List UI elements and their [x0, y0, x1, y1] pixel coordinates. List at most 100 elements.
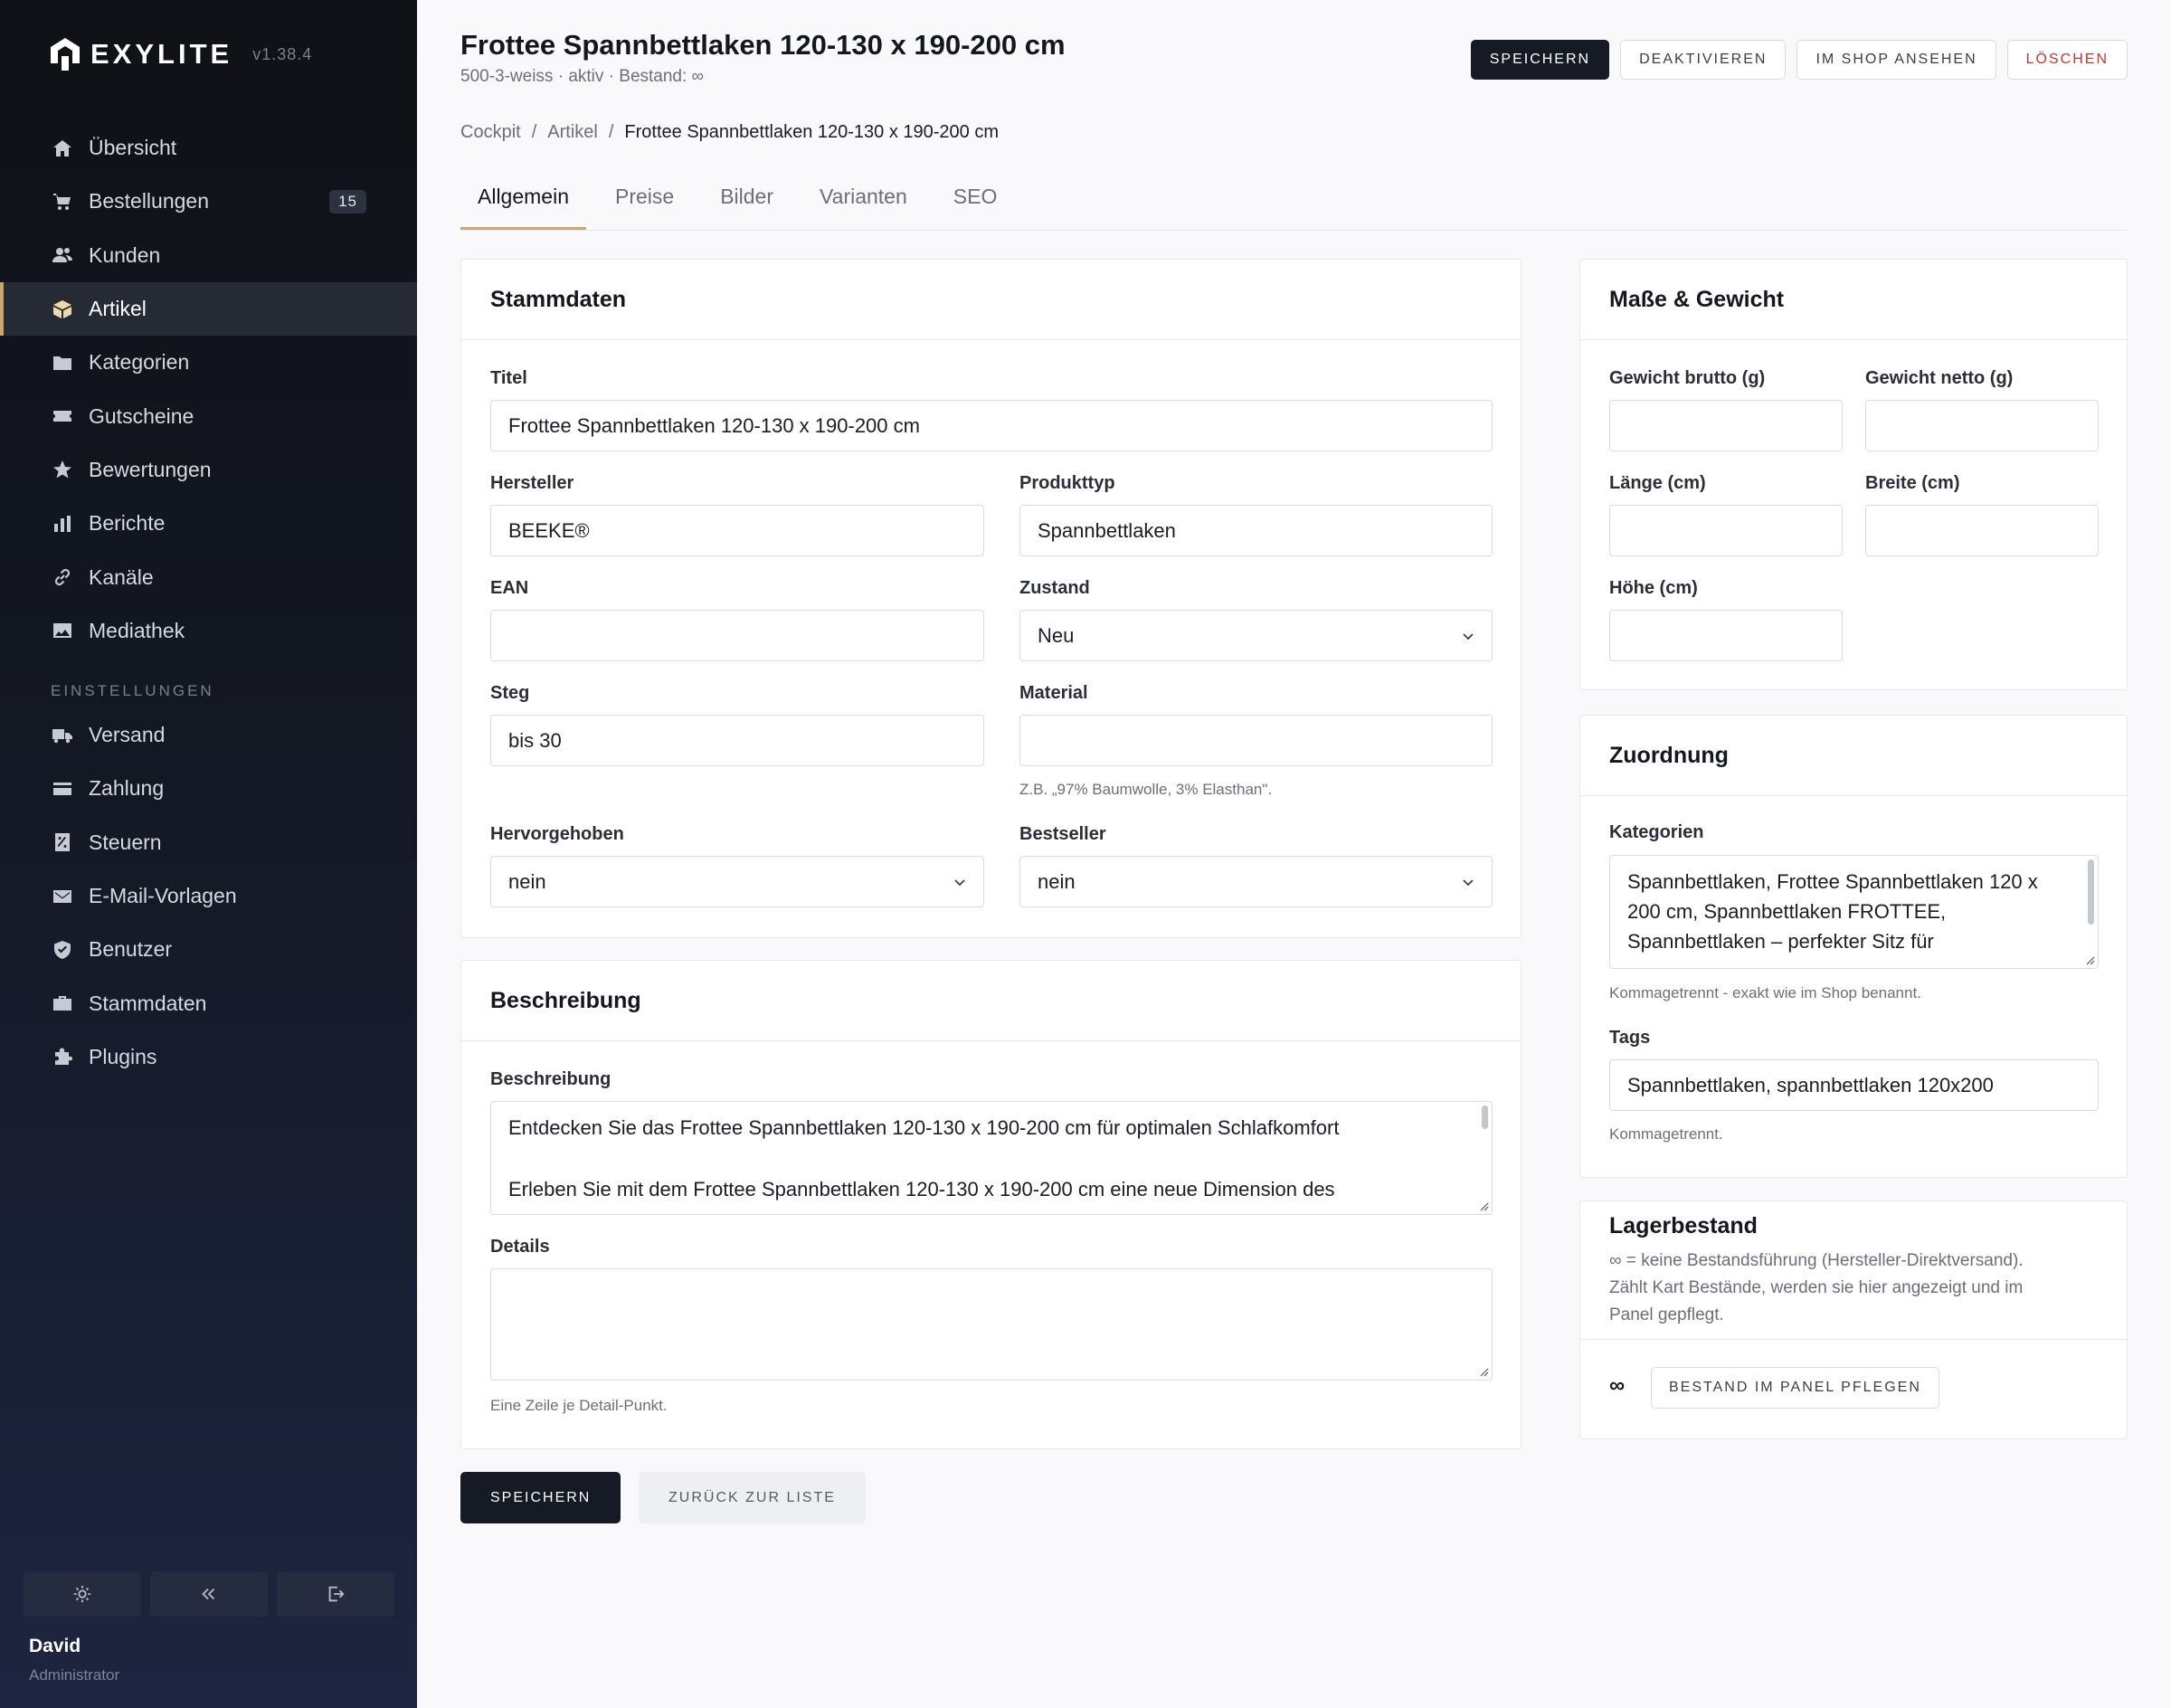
deactivate-button[interactable]: DEAKTIVIEREN	[1620, 40, 1787, 80]
nav-item-berichte[interactable]: Berichte	[0, 497, 417, 550]
delete-button[interactable]: LÖSCHEN	[2006, 40, 2128, 80]
laenge-input[interactable]	[1609, 505, 1843, 556]
beschreibung-card: Beschreibung Beschreibung Entdecken Sie …	[460, 960, 1522, 1449]
nav-item-kategorien[interactable]: Kategorien	[0, 336, 417, 389]
hoehe-input[interactable]	[1609, 610, 1843, 661]
titel-label: Titel	[490, 368, 527, 388]
gewicht-brutto-input[interactable]	[1609, 400, 1843, 451]
theme-toggle-button[interactable]	[24, 1571, 141, 1617]
material-hint: Z.B. „97% Baumwolle, 3% Elasthan".	[1019, 781, 1273, 798]
lagerbestand-heading: Lagerbestand	[1609, 1213, 1758, 1238]
credit-card-icon	[51, 777, 74, 801]
bestseller-select[interactable]: nein	[1019, 856, 1493, 907]
zustand-select[interactable]: Neu	[1019, 610, 1493, 661]
masse-heading: Maße & Gewicht	[1580, 260, 2127, 340]
nav-item-benutzer[interactable]: Benutzer	[0, 923, 417, 976]
view-in-shop-button[interactable]: IM SHOP ANSEHEN	[1797, 40, 1996, 80]
details-textarea[interactable]	[490, 1268, 1493, 1381]
breadcrumb-separator: /	[531, 122, 537, 142]
briefcase-icon	[51, 992, 74, 1015]
chevron-down-icon	[1463, 879, 1474, 887]
nav-item-uebersicht[interactable]: Übersicht	[0, 121, 417, 175]
save-button[interactable]: SPEICHERN	[1470, 40, 1610, 80]
nav-item-steuern[interactable]: Steuern	[0, 816, 417, 869]
resize-grip-icon[interactable]	[1478, 1366, 1489, 1377]
orders-count-badge: 15	[329, 189, 366, 214]
material-label: Material	[1019, 683, 1088, 703]
back-to-list-button[interactable]: ZURÜCK ZUR LISTE	[639, 1472, 866, 1523]
footer-save-button[interactable]: SPEICHERN	[460, 1472, 621, 1523]
nav-item-artikel[interactable]: Artikel	[0, 281, 417, 337]
nav-label: Mediathek	[89, 618, 185, 642]
tab-allgemein[interactable]: Allgemein	[460, 172, 586, 230]
hervorgehoben-label: Hervorgehoben	[490, 824, 624, 844]
nav-label: Versand	[89, 723, 166, 747]
hersteller-input[interactable]: BEEKE®	[490, 505, 984, 556]
details-label: Details	[490, 1237, 550, 1257]
breadcrumb-artikel[interactable]: Artikel	[547, 122, 598, 143]
nav-item-email-vorlagen[interactable]: E-Mail-Vorlagen	[0, 869, 417, 923]
zuordnung-card: Zuordnung Kategorien Spannbettlaken, Fro…	[1579, 715, 2128, 1178]
beschreibung-line-2: Erleben Sie mit dem Frottee Spannbettlak…	[508, 1178, 1335, 1200]
cart-icon	[51, 190, 74, 214]
logout-button[interactable]	[277, 1571, 394, 1617]
nav-item-zahlung[interactable]: Zahlung	[0, 762, 417, 815]
tags-input[interactable]: Spannbettlaken, spannbettlaken 120x200	[1609, 1059, 2099, 1111]
breite-input[interactable]	[1865, 505, 2099, 556]
box-icon	[51, 298, 74, 321]
chevrons-left-icon	[202, 1588, 215, 1600]
user-name[interactable]: David	[29, 1636, 81, 1657]
brand[interactable]: EXYLITE v1.38.4	[49, 36, 312, 72]
steg-input[interactable]: bis 30	[490, 715, 984, 766]
produkttyp-input[interactable]: Spannbettlaken	[1019, 505, 1493, 556]
users-icon	[51, 243, 74, 267]
scrollbar[interactable]	[2088, 859, 2094, 925]
kategorien-hint: Kommagetrennt - exakt wie im Shop benann…	[1609, 984, 1921, 1001]
nav-item-mediathek[interactable]: Mediathek	[0, 604, 417, 658]
breadcrumb: Cockpit / Artikel / Frottee Spannbettlak…	[460, 122, 999, 143]
breadcrumb-cockpit[interactable]: Cockpit	[460, 122, 521, 143]
tab-seo[interactable]: SEO	[936, 172, 1015, 230]
nav-label: Stammdaten	[89, 991, 207, 1015]
collapse-sidebar-button[interactable]	[150, 1571, 268, 1617]
tab-varianten[interactable]: Varianten	[802, 172, 924, 230]
nav-label: Benutzer	[89, 937, 173, 962]
hervorgehoben-select[interactable]: nein	[490, 856, 984, 907]
stammdaten-heading: Stammdaten	[461, 260, 1521, 340]
kategorien-label: Kategorien	[1609, 822, 1704, 842]
lagerbestand-desc-line-2: Zählt Kart Bestände, werden sie hier ang…	[1609, 1278, 2024, 1297]
receipt-icon	[51, 830, 74, 854]
nav-item-bewertungen[interactable]: Bewertungen	[0, 443, 417, 497]
scrollbar[interactable]	[1482, 1105, 1488, 1129]
nav-item-versand[interactable]: Versand	[0, 708, 417, 762]
hersteller-label: Hersteller	[490, 473, 574, 493]
bestseller-label: Bestseller	[1019, 824, 1106, 844]
gewicht-netto-input[interactable]	[1865, 400, 2099, 451]
tags-label: Tags	[1609, 1028, 1651, 1048]
ean-input[interactable]	[490, 610, 984, 661]
nav-item-plugins[interactable]: Plugins	[0, 1030, 417, 1084]
manage-stock-button[interactable]: BESTAND IM PANEL PFLEGEN	[1651, 1367, 1939, 1409]
kategorien-line-2: 200 cm, Spannbettlaken FROTTEE,	[1627, 900, 1947, 923]
breite-label: Breite (cm)	[1865, 473, 1960, 493]
beschreibung-label: Beschreibung	[490, 1069, 611, 1089]
kategorien-textarea[interactable]: Spannbettlaken, Frottee Spannbettlaken 1…	[1609, 855, 2099, 969]
zustand-label: Zustand	[1019, 578, 1090, 598]
steg-label: Steg	[490, 683, 530, 703]
tab-preise[interactable]: Preise	[598, 172, 691, 230]
nav-item-bestellungen[interactable]: Bestellungen 15	[0, 175, 417, 228]
nav-item-kanaele[interactable]: Kanäle	[0, 550, 417, 603]
nav-item-stammdaten[interactable]: Stammdaten	[0, 976, 417, 1030]
beschreibung-textarea[interactable]: Entdecken Sie das Frottee Spannbettlaken…	[490, 1101, 1493, 1215]
divider	[1580, 1339, 2127, 1340]
tab-bilder[interactable]: Bilder	[703, 172, 791, 230]
app-version: v1.38.4	[252, 44, 313, 63]
nav-section-einstellungen: EINSTELLUNGEN	[51, 682, 214, 699]
resize-grip-icon[interactable]	[1478, 1200, 1489, 1211]
resize-grip-icon[interactable]	[2084, 954, 2095, 965]
material-input[interactable]	[1019, 715, 1493, 766]
nav-label: Plugins	[89, 1044, 157, 1068]
nav-item-kunden[interactable]: Kunden	[0, 229, 417, 282]
nav-item-gutscheine[interactable]: Gutscheine	[0, 389, 417, 442]
titel-input[interactable]: Frottee Spannbettlaken 120-130 x 190-200…	[490, 400, 1493, 451]
